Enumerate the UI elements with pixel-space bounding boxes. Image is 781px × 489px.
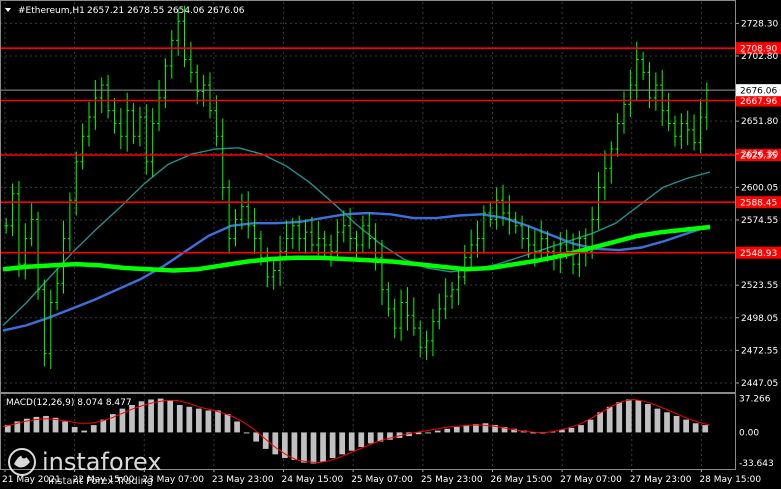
macd-tick-label: 0.00 <box>739 428 759 438</box>
time-tick-label: 26 May 15:00 <box>490 475 552 485</box>
watermark-brand: instaforex <box>42 448 162 476</box>
time-tick-label: 25 May 23:00 <box>421 475 483 485</box>
macd-bar <box>320 432 326 462</box>
macd-bar <box>186 406 193 433</box>
level-label: 2667.96 <box>740 97 777 107</box>
price-tick-label: 2600.05 <box>741 183 778 193</box>
macd-bar <box>606 406 613 433</box>
macd-bar <box>702 425 709 433</box>
time-tick-label: 28 May 15:00 <box>699 475 761 485</box>
macd-bar <box>654 408 661 433</box>
macd-bar <box>444 428 451 433</box>
macd-bar <box>692 423 699 433</box>
macd-bar <box>81 430 88 433</box>
macd-bar <box>71 426 78 433</box>
price-tick-label: 2498.05 <box>741 314 778 324</box>
macd-bar <box>167 400 174 433</box>
macd-bar <box>224 414 231 433</box>
symbol-label: #Ethereum,H1 <box>18 6 85 16</box>
macd-bar <box>635 400 642 433</box>
price-tick-label: 2626.30 <box>741 150 778 160</box>
macd-bar <box>463 425 470 433</box>
time-tick-label: 27 May 07:00 <box>560 475 622 485</box>
macd-bar <box>348 432 355 451</box>
macd-bar <box>616 402 623 433</box>
time-tick-label: 27 May 23:00 <box>630 475 692 485</box>
macd-bar <box>597 412 603 433</box>
price-tick-label: 2447.05 <box>741 379 778 389</box>
price-tick-label: 2728.30 <box>741 19 778 29</box>
macd-bar <box>205 410 212 433</box>
macd-bar <box>367 432 374 444</box>
macd-bar <box>625 399 632 433</box>
price-tick-label: 2702.80 <box>741 52 778 62</box>
macd-bar <box>272 432 279 455</box>
price-tick-label: 2651.80 <box>741 117 778 127</box>
level-label: 2548.93 <box>740 249 777 259</box>
current-price-label: 2676.06 <box>740 87 777 97</box>
level-label: 2588.45 <box>740 199 777 209</box>
macd-bar <box>664 412 670 433</box>
chart-header: #Ethereum,H1 2657.21 2678.55 2654.06 267… <box>5 6 245 16</box>
macd-bar <box>291 432 298 460</box>
macd-bar <box>578 425 584 433</box>
macd-bar <box>301 432 307 463</box>
macd-bar <box>339 432 346 455</box>
macd-bar <box>434 430 441 433</box>
ohlc-label: 2657.21 2678.55 2654.06 2676.06 <box>87 6 245 16</box>
price-tick-label: 2523.55 <box>741 281 778 291</box>
macd-bar <box>62 421 68 433</box>
macd-bar <box>234 421 240 433</box>
macd-bar <box>482 423 489 433</box>
macd-bar <box>683 419 689 433</box>
macd-bar <box>176 404 183 433</box>
macd-tick-label: -33.643 <box>739 459 774 469</box>
macd-bar <box>148 399 154 433</box>
macd-bar <box>90 425 97 433</box>
macd-tick-label: 37.266 <box>739 394 771 404</box>
macd-bar <box>673 415 680 433</box>
price-chart[interactable]: 2708.902667.962625.352588.452548.93 2728… <box>0 0 781 489</box>
macd-bar <box>645 404 651 433</box>
macd-bar <box>157 398 164 433</box>
macd-bar <box>195 408 202 433</box>
time-tick-label: 23 May 23:00 <box>212 475 274 485</box>
macd-bar <box>358 432 365 448</box>
price-tick-label: 2472.55 <box>741 346 778 356</box>
macd-bar <box>425 432 432 434</box>
macd-bar <box>568 427 575 433</box>
macd-bar <box>453 426 460 433</box>
macd-label: MACD(12,26,9) 8.074 8.477 <box>6 398 132 408</box>
macd-bar <box>243 432 250 434</box>
macd-bar <box>587 419 594 433</box>
macd-bar <box>310 432 317 464</box>
macd-bar <box>253 432 260 442</box>
macd-bar <box>215 410 221 433</box>
watermark-tagline: Instant Forex Trading <box>48 476 153 487</box>
time-tick-label: 24 May 15:00 <box>282 475 344 485</box>
price-tick-label: 2574.55 <box>741 216 778 226</box>
time-tick-label: 25 May 07:00 <box>351 475 413 485</box>
macd-bar <box>329 432 336 459</box>
